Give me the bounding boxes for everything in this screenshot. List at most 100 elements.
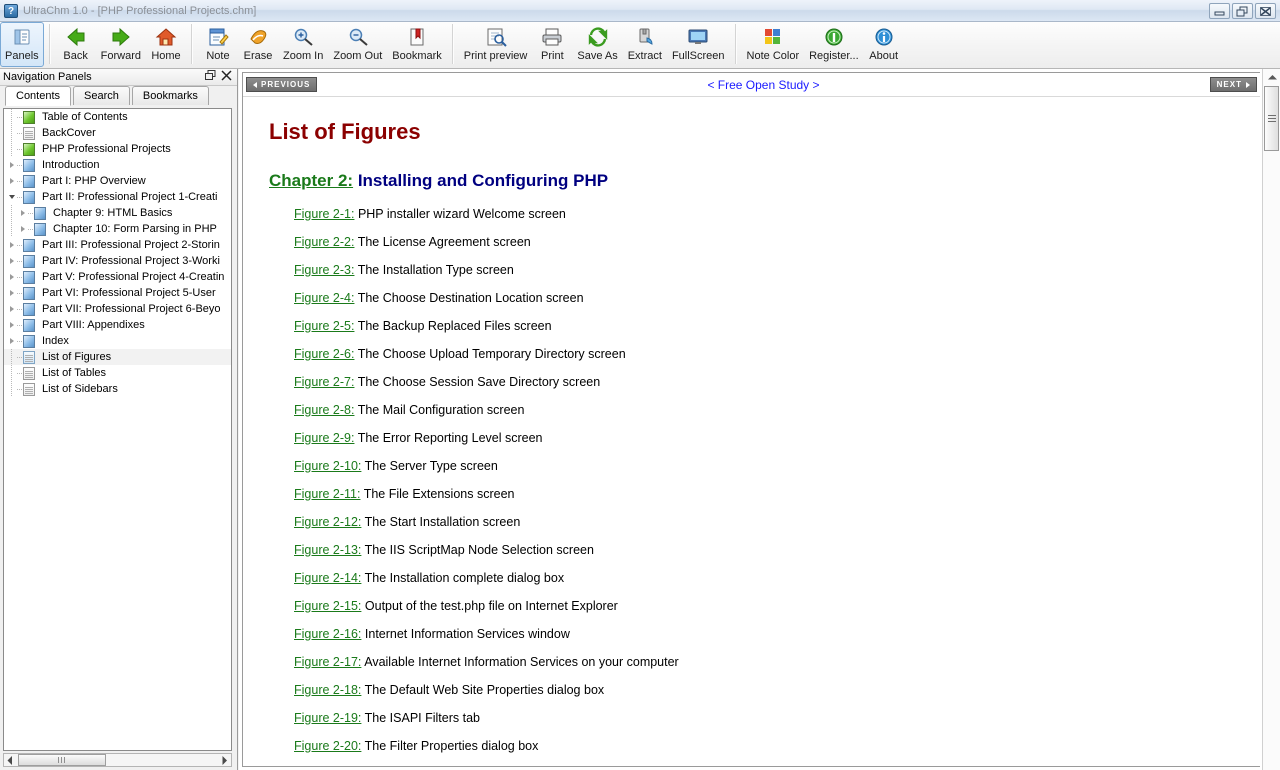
sidebar-horizontal-scrollbar[interactable]: [3, 753, 232, 767]
figure-link[interactable]: Figure 2-6:: [294, 347, 354, 361]
tree-item[interactable]: Part II: Professional Project 1-Creati: [4, 189, 231, 205]
figure-link[interactable]: Figure 2-2:: [294, 235, 354, 249]
chevron-right-icon[interactable]: [6, 253, 17, 269]
chevron-right-icon[interactable]: [6, 301, 17, 317]
tree-item[interactable]: Part V: Professional Project 4-Creatin: [4, 269, 231, 285]
close-icon[interactable]: [221, 70, 232, 84]
toolbar-button-about[interactable]: About: [864, 22, 904, 67]
scroll-left-icon[interactable]: [4, 754, 17, 766]
toolbar-button-home[interactable]: Home: [146, 22, 186, 67]
figure-link[interactable]: Figure 2-20:: [294, 739, 361, 753]
toolbar-button-label: Back: [63, 50, 88, 62]
tree-item[interactable]: List of Figures: [4, 349, 231, 365]
chevron-right-icon[interactable]: [6, 173, 17, 189]
tree-item[interactable]: Index: [4, 333, 231, 349]
tree-item[interactable]: Part VIII: Appendixes: [4, 317, 231, 333]
figure-link[interactable]: Figure 2-3:: [294, 263, 354, 277]
tree-item[interactable]: Part VI: Professional Project 5-User: [4, 285, 231, 301]
tree-item[interactable]: PHP Professional Projects: [4, 141, 231, 157]
chevron-right-icon[interactable]: [6, 333, 17, 349]
figure-link[interactable]: Figure 2-9:: [294, 431, 354, 445]
sidebar-tab-contents[interactable]: Contents: [5, 86, 72, 106]
figure-link[interactable]: Figure 2-13:: [294, 543, 361, 557]
toolbar-button-forward[interactable]: Forward: [96, 22, 146, 67]
previous-button[interactable]: PREVIOUS: [246, 77, 318, 92]
figure-link[interactable]: Figure 2-11:: [294, 487, 360, 501]
chevron-right-icon[interactable]: [17, 221, 28, 237]
toolbar-button-bookmark[interactable]: Bookmark: [387, 22, 447, 67]
document-vertical-scrollbar[interactable]: [1262, 69, 1280, 770]
nav-center-link[interactable]: < Free Open Study >: [317, 78, 1209, 92]
figure-list-item: Figure 2-9: The Error Reporting Level sc…: [294, 431, 1260, 459]
tree-item[interactable]: Part III: Professional Project 2-Storin: [4, 237, 231, 253]
toolbar-button-note-color[interactable]: Note Color: [742, 22, 805, 67]
toolbar-button-back[interactable]: Back: [56, 22, 96, 67]
chevron-right-icon[interactable]: [17, 205, 28, 221]
chevron-right-icon[interactable]: [6, 157, 17, 173]
figure-link[interactable]: Figure 2-10:: [294, 459, 361, 473]
figure-link[interactable]: Figure 2-17:: [294, 655, 361, 669]
contents-tree[interactable]: Table of Contents BackCover PHP Profession…: [3, 108, 232, 751]
toolbar-separator: [48, 24, 51, 64]
tree-item[interactable]: List of Tables: [4, 365, 231, 381]
minimize-icon[interactable]: [1209, 3, 1230, 19]
toolbar-button-save-as[interactable]: Save As: [572, 22, 622, 67]
chevron-right-icon[interactable]: [6, 317, 17, 333]
close-icon[interactable]: [1255, 3, 1276, 19]
figure-link[interactable]: Figure 2-8:: [294, 403, 354, 417]
tree-item[interactable]: List of Sidebars: [4, 381, 231, 397]
tree-item[interactable]: Chapter 10: Form Parsing in PHP: [4, 221, 231, 237]
tree-item[interactable]: Chapter 9: HTML Basics: [4, 205, 231, 221]
tree-item[interactable]: Part IV: Professional Project 3-Worki: [4, 253, 231, 269]
toolbar-button-extract[interactable]: Extract: [623, 22, 667, 67]
chevron-right-icon[interactable]: [6, 269, 17, 285]
figure-link[interactable]: Figure 2-15:: [294, 599, 361, 613]
figure-caption: The File Extensions screen: [363, 487, 515, 501]
hscroll-thumb[interactable]: [18, 754, 106, 766]
toolbar-button-panels[interactable]: Panels: [0, 22, 44, 67]
figure-list-item: Figure 2-19: The ISAPI Filters tab: [294, 711, 1260, 739]
chapter-link[interactable]: Chapter 2:: [269, 171, 353, 190]
figure-link[interactable]: Figure 2-18:: [294, 683, 361, 697]
tree-item[interactable]: Part VII: Professional Project 6-Beyo: [4, 301, 231, 317]
toolbar-button-note[interactable]: Note: [198, 22, 238, 67]
figure-caption: The Choose Session Save Directory screen: [357, 375, 601, 389]
toolbar-button-register[interactable]: Register...: [804, 22, 864, 67]
figure-link[interactable]: Figure 2-4:: [294, 291, 354, 305]
figure-link[interactable]: Figure 2-19:: [294, 711, 361, 725]
toolbar-button-print[interactable]: Print: [532, 22, 572, 67]
sidebar-tab-search[interactable]: Search: [73, 86, 130, 105]
toolbar-button-print-preview[interactable]: Print preview: [459, 22, 533, 67]
scroll-up-icon[interactable]: [1263, 69, 1280, 85]
tree-item[interactable]: Part I: PHP Overview: [4, 173, 231, 189]
save-as-icon: [587, 25, 609, 49]
chevron-right-icon[interactable]: [6, 285, 17, 301]
toolbar-button-erase[interactable]: Erase: [238, 22, 278, 67]
figure-link[interactable]: Figure 2-5:: [294, 319, 354, 333]
tree-item[interactable]: BackCover: [4, 125, 231, 141]
print-preview-icon: [485, 25, 507, 49]
restore-icon[interactable]: [1232, 3, 1253, 19]
tree-item[interactable]: Introduction: [4, 157, 231, 173]
next-button[interactable]: NEXT: [1209, 77, 1257, 92]
figure-link[interactable]: Figure 2-12:: [294, 515, 361, 529]
vscroll-thumb[interactable]: [1264, 86, 1279, 151]
toolbar-button-zoom-in[interactable]: Zoom In: [278, 22, 328, 67]
page-blue-icon: [23, 254, 38, 268]
figure-link[interactable]: Figure 2-1:: [294, 207, 354, 221]
scroll-right-icon[interactable]: [218, 754, 231, 766]
sidebar-tab-bookmarks[interactable]: Bookmarks: [131, 86, 209, 105]
chevron-right-icon[interactable]: [6, 237, 17, 253]
chevron-down-icon[interactable]: [6, 189, 17, 205]
figure-list-item: Figure 2-16: Internet Information Servic…: [294, 627, 1260, 655]
page-blue-icon: [34, 206, 49, 220]
figure-link[interactable]: Figure 2-14:: [294, 571, 361, 585]
tree-item[interactable]: Table of Contents: [4, 109, 231, 125]
figure-link[interactable]: Figure 2-16:: [294, 627, 361, 641]
figure-link[interactable]: Figure 2-7:: [294, 375, 354, 389]
figure-caption: The Server Type screen: [364, 459, 498, 473]
toolbar-button-zoom-out[interactable]: Zoom Out: [328, 22, 387, 67]
toolbar-button-fullscreen[interactable]: FullScreen: [667, 22, 730, 67]
float-window-icon[interactable]: [205, 70, 216, 84]
next-label: NEXT: [1216, 80, 1242, 89]
